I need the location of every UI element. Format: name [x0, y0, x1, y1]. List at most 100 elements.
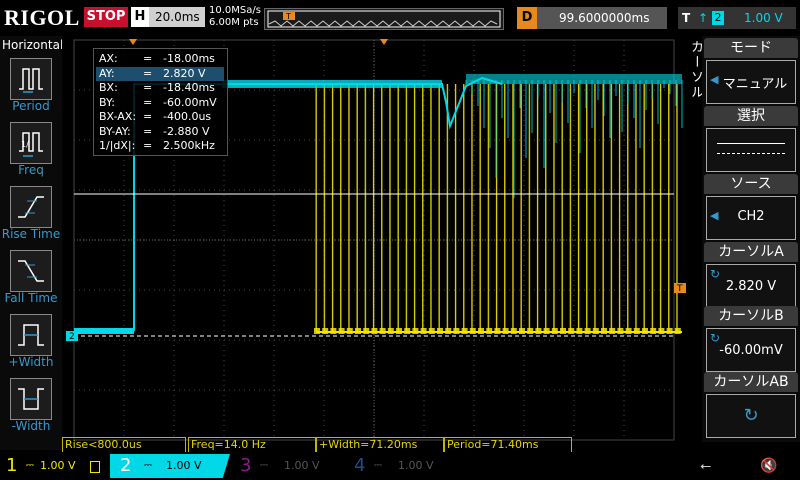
meas-freq[interactable]: Freq=14.0 Hz — [188, 437, 316, 453]
sample-info: 10.0MSa/s 6.00M pts — [209, 5, 261, 29]
delay-value: 99.6000000ms — [559, 11, 650, 25]
cursor-readout-row: AX: = -18.00ms — [96, 52, 224, 66]
fall-time-icon — [18, 260, 44, 282]
select-dashed-line-icon — [717, 153, 785, 154]
mode-button[interactable]: ◀ マニュアル — [706, 60, 796, 104]
memory-position-strip[interactable]: T — [264, 8, 504, 30]
channel-4-scale: 1.00 V — [398, 459, 434, 472]
svg-text:T: T — [285, 12, 291, 21]
freq-icon: 1/ — [19, 132, 43, 157]
pos-width-button[interactable] — [10, 314, 52, 356]
channel-4-status[interactable]: 4 ⎓ 1.00 V — [346, 454, 458, 478]
select-solid-line-icon — [717, 143, 785, 144]
cursor-readout-key: BX-AX: — [99, 110, 137, 123]
cursor-readout-key: AX: — [99, 52, 118, 65]
channel-status-bar: 1 ⎓ 1.00 V 2 ⎓ 1.00 V 3 ⎓ 1.00 V 4 ⎓ 1.0… — [0, 452, 800, 480]
cursor-readout-equals: = — [143, 52, 153, 65]
cursor-readout-row: BY-AY: = -2.880 V — [96, 125, 224, 139]
select-button[interactable] — [706, 128, 796, 172]
cursor-ab-button[interactable]: ↻ — [706, 394, 796, 438]
timebase-box[interactable]: H 20.0ms — [131, 7, 205, 27]
meas-pos-width[interactable]: +Width=71.20ms — [316, 437, 444, 453]
channel-1-scale: 1.00 V — [40, 459, 76, 472]
neg-width-button[interactable] — [10, 378, 52, 420]
mode-value: マニュアル — [722, 77, 788, 92]
cursor-readout-key: BX: — [99, 81, 118, 94]
channel-1-status[interactable]: 1 ⎓ 1.00 V — [0, 454, 110, 478]
channel-1-number: 1 — [6, 455, 18, 476]
meas-period[interactable]: Period=71.40ms — [444, 437, 572, 453]
cursor-readout-value: -60.00mV — [163, 95, 217, 109]
channel-1-coupling-icon: ⎓ — [26, 460, 34, 471]
cursor-a-button[interactable]: ↻ 2.820 V — [706, 264, 796, 308]
cursor-a-value: 2.820 V — [725, 279, 777, 294]
mode-title: モード — [704, 38, 798, 58]
pos-width-label: +Width — [8, 355, 54, 369]
run-stop-indicator[interactable]: STOP — [84, 7, 128, 27]
speaker-muted-icon[interactable]: 🔇 — [760, 454, 790, 478]
trigger-label: T — [682, 11, 691, 25]
cursor-readout-key: AY: — [99, 66, 115, 80]
cursor-readout-key: 1/|dX|: — [99, 139, 136, 152]
channel-2-scale: 1.00 V — [166, 459, 202, 472]
channel-3-status[interactable]: 3 ⎓ 1.00 V — [232, 454, 344, 478]
memory-depth: 6.00M pts — [209, 17, 259, 28]
ch2-low-segment — [74, 328, 134, 334]
trigger-level-marker-label: T — [676, 284, 683, 294]
cursor-readout-row: AY: = 2.820 V — [96, 66, 224, 81]
rise-time-button[interactable] — [10, 186, 52, 228]
timebase-label: H — [131, 7, 149, 27]
cursor-readout-equals: = — [143, 66, 153, 80]
cursor-readout-value: 2.500kHz — [163, 139, 215, 152]
cursor-readout-row: BY: = -60.00mV — [96, 96, 224, 110]
channel-4-coupling-icon: ⎓ — [374, 460, 382, 471]
cursor-readout-equals: = — [143, 95, 153, 109]
period-label: Period — [12, 99, 50, 113]
trigger-position-marker — [380, 39, 388, 45]
channel-2-coupling-icon: ⎓ — [144, 460, 152, 471]
cursor-readout-value: -18.40ms — [163, 81, 215, 94]
trigger-level: 1.00 V — [744, 11, 783, 25]
cursor-readout-equals: = — [143, 139, 153, 152]
cursor-readout-value: -2.880 V — [163, 124, 210, 138]
cursor-readout-equals: = — [143, 124, 153, 138]
period-icon — [19, 68, 43, 93]
cursor-readout-value: -400.0us — [163, 110, 212, 123]
cursor-ab-title: カーソルAB — [704, 372, 798, 392]
cursor-readout-value: 2.820 V — [163, 66, 206, 80]
svg-text:1/: 1/ — [21, 140, 29, 149]
ch2-high-band — [222, 80, 442, 88]
cursor-a-title: カーソルA — [704, 242, 798, 262]
pos-width-icon — [18, 324, 44, 346]
sample-rate: 10.0MSa/s — [209, 5, 261, 16]
cursor-menu-panel: モード ◀ マニュアル 選択 ソース ◀ CH2 カーソルA ↻ 2.820 V… — [702, 36, 800, 442]
rigol-logo: RIGOL — [4, 5, 80, 30]
cursor-b-button[interactable]: ↻ -60.00mV — [706, 328, 796, 372]
source-button[interactable]: ◀ CH2 — [706, 196, 796, 240]
trigger-box[interactable]: T ↑ 2 1.00 V — [678, 7, 796, 29]
cursor-menu-vertical-label: カーソル — [688, 40, 703, 100]
freq-button[interactable]: 1/ — [10, 122, 52, 164]
cursor-readout-equals: = — [143, 110, 153, 123]
channel-2-status[interactable]: 2 ⎓ 1.00 V — [110, 454, 230, 478]
neg-width-label: -Width — [11, 419, 51, 433]
delay-box[interactable]: D 99.6000000ms — [517, 7, 667, 29]
source-title: ソース — [704, 174, 798, 194]
trigger-channel: 2 — [712, 11, 724, 25]
fall-time-button[interactable] — [10, 250, 52, 292]
panel-title: Horizontal — [2, 38, 64, 52]
cursor-ab-knob-icon: ↻ — [743, 405, 759, 426]
cursor-readout-row: BX: = -18.40ms — [96, 81, 224, 95]
top-status-bar: RIGOL STOP H 20.0ms 10.0MSa/s 6.00M pts … — [0, 0, 800, 36]
meas-rise[interactable]: Rise<800.0us — [62, 437, 186, 453]
cursor-readout-value: -18.00ms — [163, 52, 215, 65]
channel-3-scale: 1.00 V — [284, 459, 320, 472]
horizontal-measure-panel: Horizontal Period 1/ Freq Rise Time Fall… — [0, 36, 64, 450]
period-button[interactable] — [10, 58, 52, 100]
neg-width-icon — [18, 388, 44, 410]
cursor-readout-key: BY-AY: — [99, 124, 131, 138]
freq-label: Freq — [18, 163, 44, 177]
cursor-readout-table: AX: = -18.00ms AY: = 2.820 V BX: = -18.40ms BY: = -… — [93, 48, 228, 156]
cursor-readout-row: BX-AX: = -400.0us — [96, 110, 224, 124]
fall-time-label: Fall Time — [4, 291, 58, 305]
